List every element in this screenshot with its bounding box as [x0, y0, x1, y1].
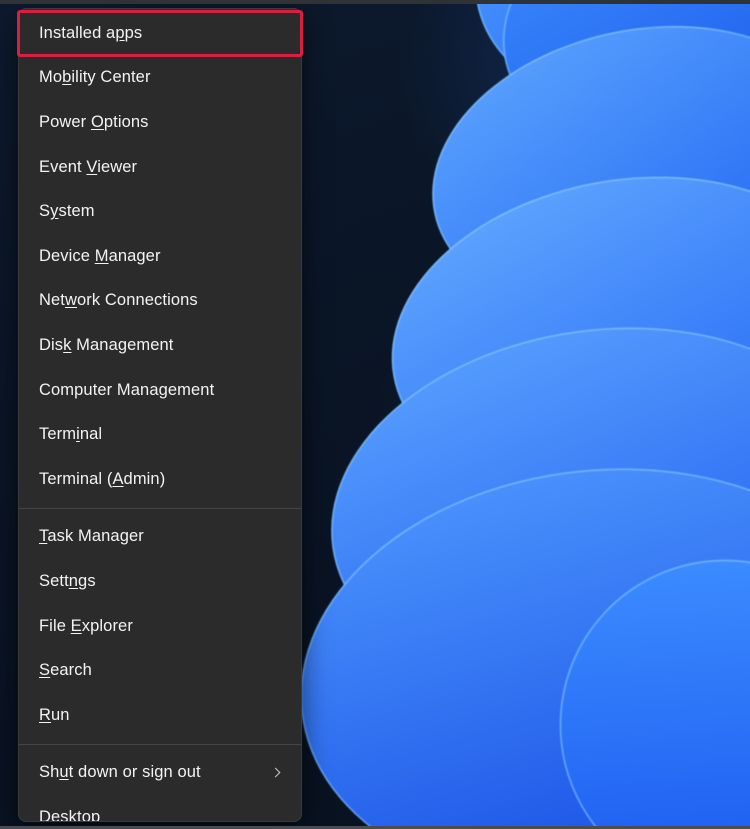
power-user-menu[interactable]: Installed apps Mobility Center Power Optio…	[18, 8, 302, 822]
menu-item-label: Event Viewer	[39, 157, 138, 176]
accelerator-key: n	[68, 571, 79, 590]
menu-item-run[interactable]: Run	[19, 693, 301, 738]
accelerator-key: M	[94, 246, 109, 265]
accelerator-key: k	[63, 335, 72, 354]
accelerator-key: i	[76, 425, 80, 444]
accelerator-key: S	[39, 661, 51, 680]
menu-item-label: Terminal (Admin)	[39, 469, 166, 488]
desktop-screen: Installed apps Mobility Center Power Optio…	[0, 0, 750, 829]
menu-item-installed-apps[interactable]: Installed apps	[19, 11, 301, 56]
menu-item-settings[interactable]: Settngs	[19, 559, 301, 604]
menu-item-network-connections[interactable]: Network Connections	[19, 279, 301, 324]
accelerator-key: E	[70, 616, 82, 635]
menu-item-label: Search	[39, 661, 92, 680]
accelerator-key: R	[39, 705, 52, 724]
menu-item-desktop[interactable]: Desktop	[19, 795, 301, 822]
menu-item-terminal[interactable]: Terminal	[19, 412, 301, 457]
chevron-right-icon[interactable]	[269, 766, 283, 780]
menu-item-file-explorer[interactable]: File Explorer	[19, 604, 301, 649]
accelerator-key: O	[90, 112, 104, 131]
menu-item-label: Device Manager	[39, 246, 161, 265]
menu-item-task-manager[interactable]: Task Manager	[19, 515, 301, 560]
menu-item-label: Installed apps	[39, 23, 143, 42]
menu-item-label: Mobility Center	[39, 68, 151, 87]
menu-item-search[interactable]: Search	[19, 648, 301, 693]
menu-separator	[19, 507, 301, 509]
accelerator-key: u	[59, 763, 69, 782]
menu-item-computer-management[interactable]: Computer Management	[19, 368, 301, 413]
menu-item-label: Network Connections	[39, 291, 198, 310]
menu-item-label: Power Options	[39, 112, 149, 131]
menu-item-terminal-admin[interactable]: Terminal (Admin)	[19, 457, 301, 502]
menu-item-label: Computer Management	[39, 380, 215, 399]
menu-item-shut-down-or-sign-out[interactable]: Shut down or sign out	[19, 751, 301, 796]
menu-item-label: Desktop	[39, 807, 287, 822]
menu-item-label: Disk Management	[39, 335, 174, 354]
menu-separator	[19, 743, 301, 745]
menu-item-disk-management[interactable]: Disk Management	[19, 323, 301, 368]
accelerator-key: A	[112, 469, 124, 488]
menu-item-mobility-center[interactable]: Mobility Center	[19, 56, 301, 101]
accelerator-key: w	[64, 291, 78, 310]
menu-item-label: Terminal	[39, 425, 103, 444]
menu-item-label: Run	[39, 705, 70, 724]
accelerator-key: g	[158, 380, 168, 399]
menu-item-label: Shut down or sign out	[39, 763, 201, 782]
menu-item-label: Settngs	[39, 571, 96, 590]
menu-item-system[interactable]: System	[19, 189, 301, 234]
menu-item-event-viewer[interactable]: Event Viewer	[19, 145, 301, 190]
accelerator-key: T	[39, 527, 48, 546]
menu-item-device-manager[interactable]: Device Manager	[19, 234, 301, 279]
menu-item-label: File Explorer	[39, 616, 133, 635]
accelerator-key: y	[50, 202, 59, 221]
menu-item-power-options[interactable]: Power Options	[19, 100, 301, 145]
accelerator-key: b	[62, 68, 72, 87]
window-top-frame	[0, 0, 750, 4]
menu-item-label: System	[39, 202, 95, 221]
accelerator-key: p	[115, 23, 125, 42]
accelerator-key: V	[86, 157, 98, 176]
menu-item-label: Task Manager	[39, 527, 144, 546]
accelerator-key: D	[39, 807, 52, 822]
